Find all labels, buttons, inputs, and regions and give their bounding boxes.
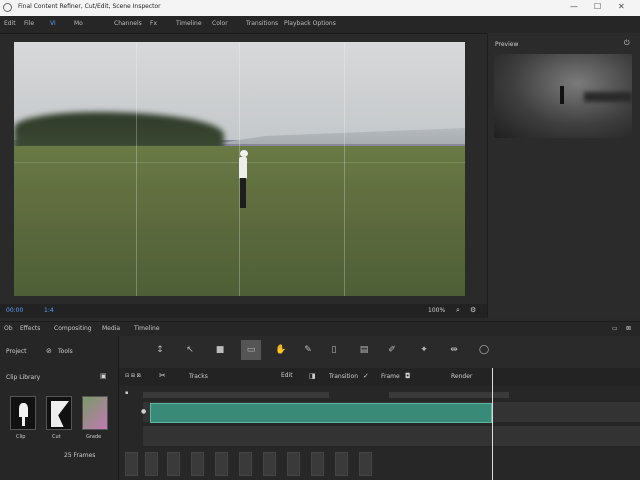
- timeline-frame[interactable]: [239, 452, 252, 476]
- guide-line: [344, 42, 345, 296]
- timeline-frame[interactable]: [263, 452, 276, 476]
- menu-color[interactable]: Color: [212, 20, 228, 27]
- tab-ob[interactable]: Ob: [4, 325, 13, 332]
- menu-view[interactable]: Vi: [50, 20, 56, 27]
- zoom-level[interactable]: 100%: [428, 307, 445, 314]
- check-icon[interactable]: ✓: [363, 372, 369, 380]
- hand-tool-icon[interactable]: ✋: [275, 345, 286, 355]
- person-legs: [240, 178, 246, 208]
- preview-panel-title: Preview: [495, 41, 519, 48]
- edit-button[interactable]: Edit: [281, 372, 293, 379]
- tab-timeline[interactable]: Timeline: [134, 325, 160, 332]
- brush-icon[interactable]: ✐: [387, 345, 397, 355]
- track-header-v1: ▪: [125, 390, 129, 396]
- razor-icon[interactable]: ✂: [159, 371, 166, 380]
- minimize-button[interactable]: —: [570, 2, 578, 11]
- clip-swatch-3[interactable]: [82, 396, 108, 430]
- panel-menu-icon[interactable]: ▭: [612, 325, 618, 332]
- tab-compositing[interactable]: Compositing: [54, 325, 92, 332]
- preview-thumbnail[interactable]: [494, 54, 632, 138]
- timeline-frame[interactable]: [215, 452, 228, 476]
- ruler-segment: [389, 392, 509, 398]
- timeline-frame[interactable]: [287, 452, 300, 476]
- timeline-frame[interactable]: [311, 452, 324, 476]
- wand-icon[interactable]: ✦: [419, 345, 429, 355]
- person-body: [239, 157, 247, 179]
- timeline-frame[interactable]: [145, 452, 158, 476]
- transition-label[interactable]: Transition: [329, 373, 358, 380]
- playhead[interactable]: [492, 368, 493, 480]
- crop-tool-icon[interactable]: ▭: [241, 340, 261, 360]
- timeline-frame[interactable]: [167, 452, 180, 476]
- search-icon[interactable]: ⌕: [456, 306, 460, 315]
- library-options-icon[interactable]: ▣: [100, 372, 107, 380]
- project-label: Project: [6, 348, 27, 355]
- title-bar: Final Content Refiner, Cut/Edit, Scene I…: [0, 0, 640, 16]
- tools-label[interactable]: Tools: [58, 348, 73, 355]
- menu-fx[interactable]: Fx: [150, 20, 157, 27]
- ruler-segment: [143, 392, 329, 398]
- tab-effects[interactable]: Effects: [20, 325, 40, 332]
- loop-icon[interactable]: ◯: [479, 345, 489, 355]
- guide-line: [136, 42, 137, 296]
- render-label[interactable]: Render: [451, 373, 472, 380]
- frame-count: 25 Frames: [64, 452, 96, 459]
- menu-file[interactable]: File: [24, 20, 34, 27]
- edit-toolbar: ↕ ↖ ■ ▭ ✋ ✎ ▯ ▤ ✐ ✦ ⇹ ◯: [119, 336, 640, 366]
- tools-icon[interactable]: ⊘: [46, 347, 52, 355]
- swatch-label-2: Cut: [52, 434, 61, 440]
- video-clip[interactable]: [150, 403, 492, 423]
- timeline-frame[interactable]: [191, 452, 204, 476]
- edit-label: Edit: [281, 372, 293, 379]
- menu-playback-options[interactable]: Playback Options: [284, 20, 336, 27]
- power-icon[interactable]: ⏻: [624, 39, 630, 48]
- frame-tool-icon[interactable]: ▯: [329, 345, 339, 355]
- timeline-frame[interactable]: [125, 452, 138, 476]
- menu-bar: Edit File Vi Mo Channels Fx Timeline Col…: [0, 16, 640, 34]
- timeline[interactable]: ▪ ●: [119, 386, 640, 480]
- arrow-tool-icon[interactable]: ↖: [185, 345, 195, 355]
- window-title: Final Content Refiner, Cut/Edit, Scene I…: [18, 3, 161, 10]
- tracks-label[interactable]: Tracks: [189, 373, 208, 380]
- select-tool-icon[interactable]: ↕: [155, 345, 165, 355]
- clip-swatch-2[interactable]: [46, 396, 72, 430]
- menu-channels[interactable]: Channels: [114, 20, 142, 27]
- timecode-mid: 1:4: [44, 307, 54, 314]
- menu-timeline[interactable]: Timeline: [176, 20, 202, 27]
- menu-mo[interactable]: Mo: [74, 20, 83, 27]
- timecode-left: 00:00: [6, 307, 24, 314]
- settings-icon[interactable]: ⚙: [470, 306, 476, 314]
- swatch-label-1: Clip: [16, 434, 26, 440]
- panel-close-icon[interactable]: ⊠: [626, 325, 631, 332]
- app-icon: [3, 3, 12, 12]
- marker-icon[interactable]: ◨: [309, 372, 316, 380]
- timeline-header: ⊟ ⊞ ⊠ ✂ Tracks Edit ◨ Transition ✓ Frame…: [119, 368, 640, 386]
- menu-edit[interactable]: Edit: [4, 20, 16, 27]
- close-button[interactable]: ✕: [618, 2, 625, 11]
- track-lock-icon[interactable]: ●: [141, 408, 146, 415]
- clip-swatch-1[interactable]: [10, 396, 36, 430]
- viewer-status-bar: 00:00 1:4 100% ⌕ ⚙: [0, 304, 487, 318]
- audio-track[interactable]: [143, 426, 640, 446]
- menu-transitions[interactable]: Transitions: [246, 20, 278, 27]
- pen-tool-icon[interactable]: ✎: [303, 345, 313, 355]
- clipboard-icon[interactable]: ▤: [359, 345, 369, 355]
- tab-media[interactable]: Media: [102, 325, 120, 332]
- timeline-frame[interactable]: [335, 452, 348, 476]
- stop-icon[interactable]: ■: [215, 345, 225, 355]
- timeline-frame[interactable]: [359, 452, 372, 476]
- track-controls-icon[interactable]: ⊟ ⊞ ⊠: [125, 373, 141, 379]
- snap-icon[interactable]: ◘: [405, 372, 411, 380]
- transition-icon[interactable]: ⇹: [449, 345, 459, 355]
- maximize-button[interactable]: ☐: [594, 2, 601, 11]
- swatch-label-3: Grade: [86, 434, 102, 440]
- person-head: [240, 150, 248, 157]
- clip-library-title: Clip Library: [6, 374, 41, 381]
- thumb-figure: [560, 86, 564, 104]
- panel-tabs: Ob Effects Compositing Media Timeline ▭ …: [0, 321, 640, 337]
- frame-label[interactable]: Frame: [381, 373, 400, 380]
- video-viewer[interactable]: [14, 42, 465, 296]
- thumb-horizon: [584, 92, 632, 102]
